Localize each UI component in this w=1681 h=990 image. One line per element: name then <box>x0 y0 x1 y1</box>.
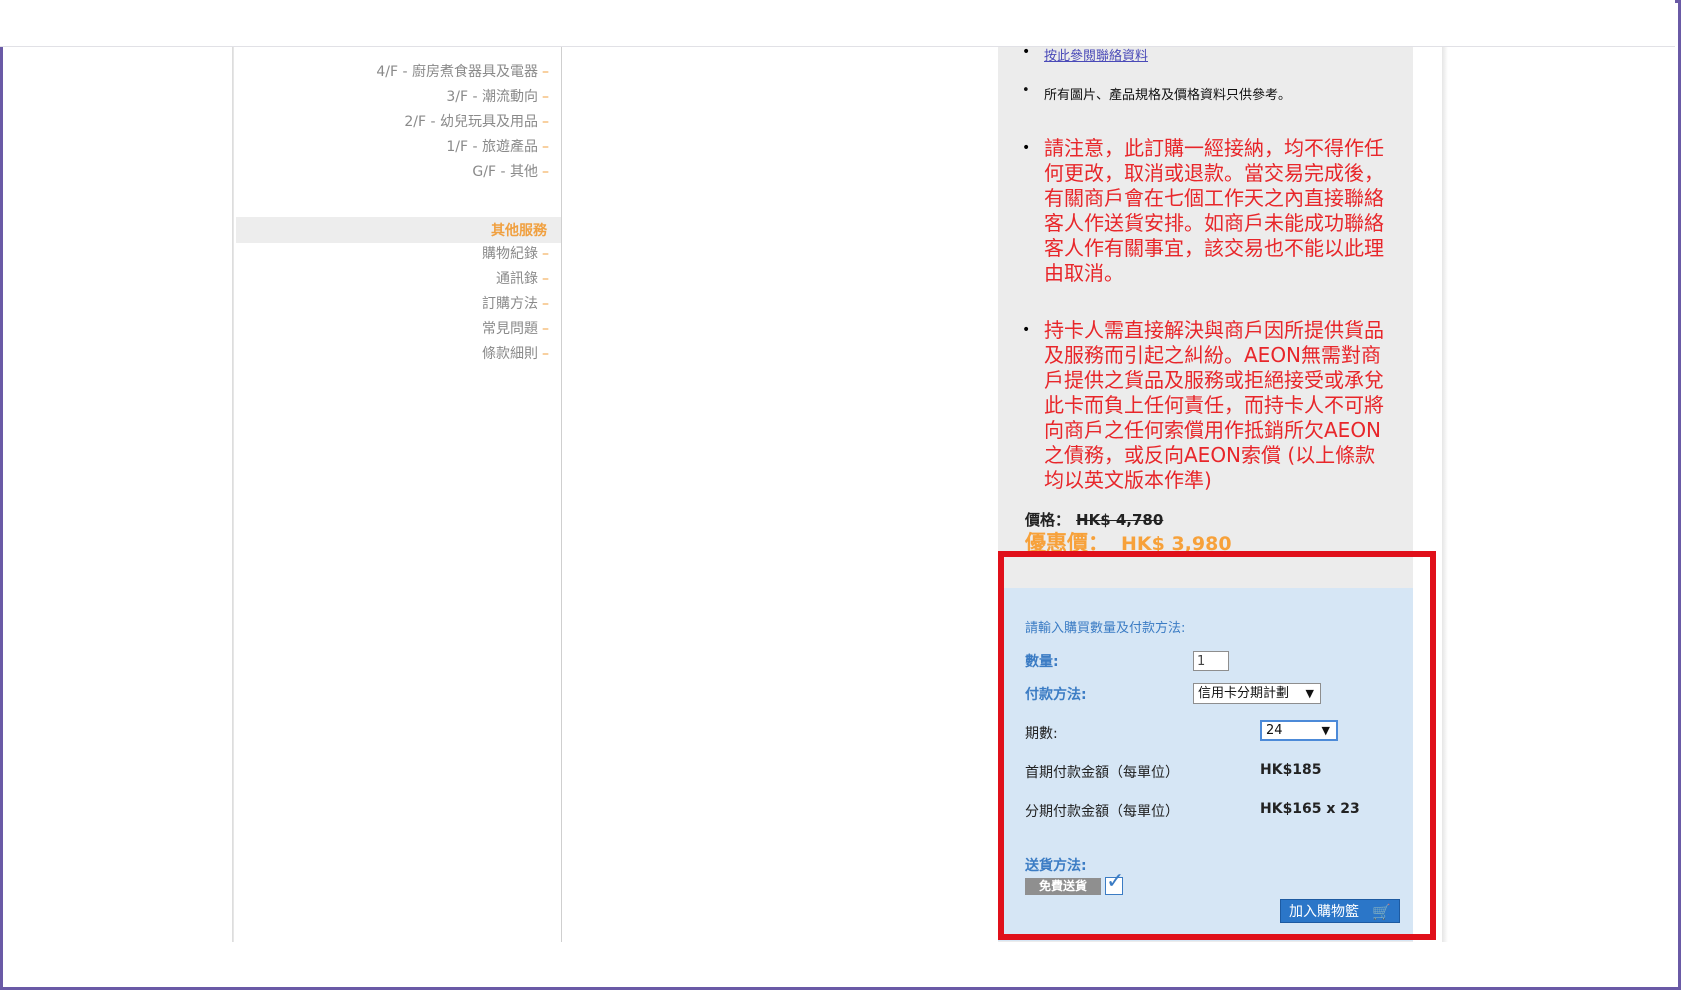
dash-icon: – <box>542 164 549 180</box>
sidebar-item-label: 4/F - 廚房煮食器具及電器 <box>376 64 538 80</box>
sidebar-item-3f[interactable]: 3/F - 潮流動向 – <box>446 87 549 107</box>
check-icon: ✓ <box>1106 869 1125 894</box>
other-services-title: 其他服務 <box>491 223 547 239</box>
dropdown-arrow-icon: ▼ <box>1305 687 1314 700</box>
sidebar: 4/F - 廚房煮食器具及電器 – 3/F - 潮流動向 – 2/F - 幼兒玩具及… <box>236 47 562 942</box>
bullet-icon: • <box>1022 140 1031 156</box>
installment-value: HK$165 x 23 <box>1260 801 1360 817</box>
term-label: 期數: <box>1025 726 1058 742</box>
bullet-icon: • <box>1022 83 1030 98</box>
payment-method-select[interactable]: 信用卡分期計劃 ▼ <box>1193 683 1321 704</box>
other-services-header: 其他服務 <box>236 217 561 243</box>
dash-icon: – <box>542 296 549 312</box>
sidebar-item-label: 條款細則 <box>482 346 538 362</box>
sidebar-item-4f[interactable]: 4/F - 廚房煮食器具及電器 – <box>376 62 549 82</box>
cart-icon: 🛒 <box>1372 903 1391 921</box>
dash-icon: – <box>542 271 549 287</box>
sidebar-item-terms[interactable]: 條款細則 – <box>482 344 549 364</box>
sidebar-item-label: 訂購方法 <box>482 296 538 312</box>
sidebar-item-label: 1/F - 旅遊產品 <box>446 139 538 155</box>
sidebar-item-label: 2/F - 幼兒玩具及用品 <box>404 114 538 130</box>
term-select[interactable]: 24 ▼ <box>1260 720 1338 741</box>
dash-icon: – <box>542 346 549 362</box>
dash-icon: – <box>542 246 549 262</box>
sidebar-item-label: 購物紀錄 <box>482 246 538 262</box>
contact-link-item: 按此參閱聯絡資料 <box>1022 44 1148 64</box>
sidebar-item-1f[interactable]: 1/F - 旅遊產品 – <box>446 137 549 157</box>
sidebar-item-purchase-history[interactable]: 購物紀錄 – <box>482 244 549 264</box>
bullet-icon: • <box>1022 322 1031 338</box>
free-delivery-option[interactable]: 免費送貨 ✓ <box>1025 869 1129 895</box>
order-intro: 請輸入購買數量及付款方法: <box>1025 621 1186 636</box>
quantity-input[interactable] <box>1193 651 1229 671</box>
dash-icon: – <box>542 321 549 337</box>
first-payment-value: HK$185 <box>1260 762 1322 778</box>
term-value: 24 <box>1266 723 1283 738</box>
notice-disputes-text: 持卡人需直接解決與商戶因所提供貨品及服務而引起之糾紛。AEON無需對商戶提供之貨… <box>1044 318 1384 492</box>
dropdown-arrow-icon: ▼ <box>1321 724 1330 737</box>
notice-cancellation-text: 請注意，此訂購一經接納，均不得作任何更改，取消或退款。當交易完成後，有關商戶會在… <box>1044 136 1384 285</box>
quantity-label: 數量: <box>1025 654 1059 670</box>
installment-label: 分期付款金額（每單位） <box>1025 804 1179 820</box>
dash-icon: – <box>542 114 549 130</box>
notice-disputes: • 持卡人需直接解決與商戶因所提供貨品及服務而引起之糾紛。AEON無需對商戶提供… <box>1022 318 1388 493</box>
payment-method-value: 信用卡分期計劃 <box>1198 686 1290 701</box>
sidebar-item-faq[interactable]: 常見問題 – <box>482 319 549 339</box>
first-payment-label: 首期付款金額（每單位） <box>1025 765 1179 781</box>
free-delivery-tag: 免費送貨 <box>1025 878 1101 895</box>
sidebar-item-2f[interactable]: 2/F - 幼兒玩具及用品 – <box>404 112 549 132</box>
dash-icon: – <box>542 139 549 155</box>
contact-link[interactable]: 按此參閱聯絡資料 <box>1044 49 1148 64</box>
sale-price: 優惠價： HK$ 3,980 <box>1025 527 1232 557</box>
reference-note-text: 所有圖片、產品規格及價格資料只供參考。 <box>1044 88 1292 103</box>
add-to-cart-button[interactable]: 加入購物籃 🛒 <box>1280 899 1400 923</box>
sale-price-value: HK$ 3,980 <box>1121 533 1232 555</box>
payment-method-label: 付款方法: <box>1025 687 1087 703</box>
sidebar-item-label: 3/F - 潮流動向 <box>446 89 538 105</box>
browser-top-bar <box>0 0 1675 47</box>
dash-icon: – <box>542 89 549 105</box>
sidebar-item-how-to-order[interactable]: 訂購方法 – <box>482 294 549 314</box>
sale-price-label: 優惠價： <box>1025 531 1109 555</box>
add-to-cart-label: 加入購物籃 <box>1289 904 1359 920</box>
dash-icon: – <box>542 64 549 80</box>
sidebar-item-gf[interactable]: G/F - 其他 – <box>472 162 549 182</box>
page-shadow-right <box>1442 47 1448 942</box>
reference-note: • 所有圖片、產品規格及價格資料只供參考。 <box>1022 83 1292 103</box>
sidebar-item-label: 通訊錄 <box>496 271 538 287</box>
sidebar-item-label: G/F - 其他 <box>472 164 538 180</box>
sidebar-item-address-book[interactable]: 通訊錄 – <box>496 269 549 289</box>
delivery-method-label: 送貨方法: <box>1025 858 1087 874</box>
sidebar-item-label: 常見問題 <box>482 321 538 337</box>
notice-cancellation: • 請注意，此訂購一經接納，均不得作任何更改，取消或退款。當交易完成後，有關商戶… <box>1022 136 1388 286</box>
